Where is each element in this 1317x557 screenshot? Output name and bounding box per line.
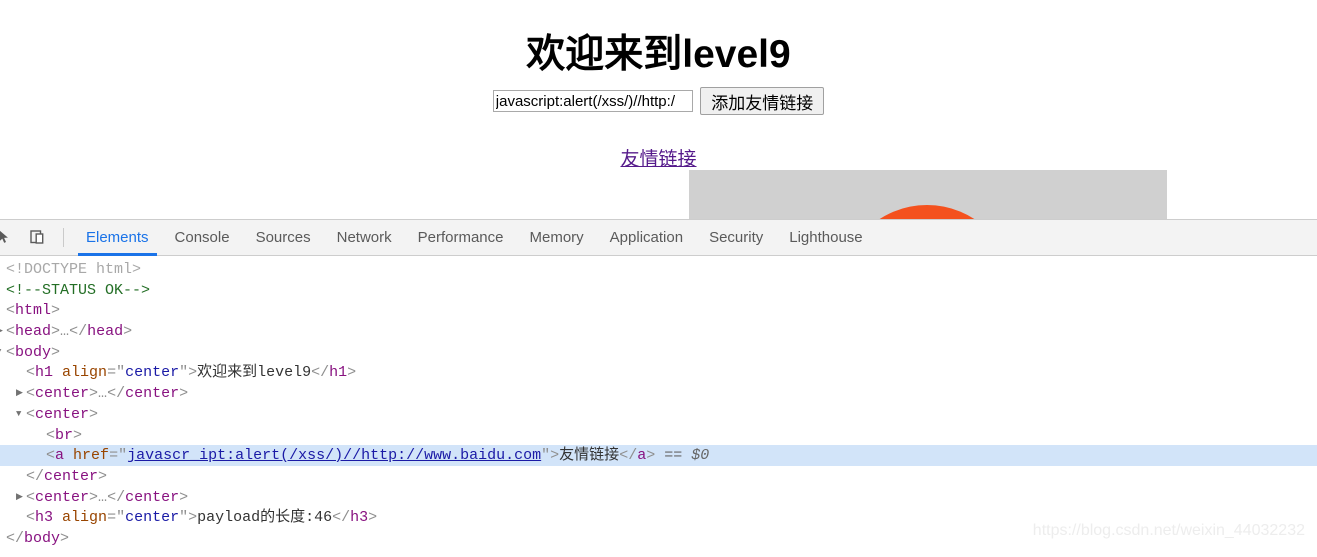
dom-line-code: <!--STATUS OK--> xyxy=(6,281,151,299)
dom-tree-row[interactable]: ▶<head>…</head> xyxy=(0,321,1317,342)
device-toolbar-icon[interactable] xyxy=(24,224,51,252)
dom-tree-view[interactable]: ▶<!DOCTYPE html>▶<!--STATUS OK-->▶<html>… xyxy=(0,256,1317,557)
orange-circle-graphic xyxy=(840,205,1014,219)
chevron-right-icon[interactable]: ▶ xyxy=(16,487,26,507)
tab-performance[interactable]: Performance xyxy=(405,220,517,256)
dom-tree-row[interactable]: ▼ <center> xyxy=(0,404,1317,425)
tab-security[interactable]: Security xyxy=(696,220,776,256)
tree-indent-spacer: ▶ xyxy=(16,362,26,382)
dom-tree-row[interactable]: ▶<br> xyxy=(0,425,1317,446)
dom-line-code: <html> xyxy=(6,302,61,320)
tree-indent-spacer: ▶ xyxy=(36,425,46,445)
dom-line-code: <a href="javascr_ipt:alert(/xss/)//http:… xyxy=(46,447,710,465)
dom-tree-row[interactable]: ▶</center> xyxy=(0,466,1317,487)
tab-memory[interactable]: Memory xyxy=(517,220,597,256)
tree-indent-spacer: ▶ xyxy=(16,507,26,527)
dom-tree-row-selected[interactable]: ▶<a href="javascr_ipt:alert(/xss/)//http… xyxy=(0,445,1317,466)
chevron-right-icon[interactable]: ▶ xyxy=(16,383,26,403)
tree-indent-spacer: ▶ xyxy=(36,445,46,465)
dom-tree-row[interactable]: ▶ <center>…</center> xyxy=(0,487,1317,508)
tab-elements[interactable]: Elements xyxy=(73,220,162,256)
link-url-input[interactable] xyxy=(492,90,693,112)
dom-line-code: <body> xyxy=(6,343,61,361)
dom-line-code: <!DOCTYPE html> xyxy=(6,260,142,278)
dom-line-code: <center>…</center> xyxy=(26,488,189,506)
dom-tree-row[interactable]: ▶ <center>…</center> xyxy=(0,383,1317,404)
image-placeholder xyxy=(689,170,1167,219)
tree-indent-spacer: ▶ xyxy=(16,466,26,486)
dom-line-code: <h3 align="center">payload的长度:46</h3> xyxy=(26,509,378,527)
inspect-element-icon[interactable] xyxy=(0,224,19,252)
dom-tree-row[interactable]: ▶<h1 align="center">欢迎来到level9</h1> xyxy=(0,362,1317,383)
devtools-panel: Elements Console Sources Network Perform… xyxy=(0,219,1317,557)
dom-tree-row[interactable]: ▶<!DOCTYPE html> xyxy=(0,259,1317,280)
page-title: 欢迎来到level9 xyxy=(526,33,791,77)
friend-link-row: 友情链接 xyxy=(0,144,1317,171)
chevron-down-icon[interactable]: ▼ xyxy=(16,404,26,424)
tab-console[interactable]: Console xyxy=(162,220,243,256)
dom-line-code: </center> xyxy=(26,467,108,485)
devtools-toolbar: Elements Console Sources Network Perform… xyxy=(0,220,1317,256)
dom-line-code: <head>…</head> xyxy=(6,323,133,341)
dom-tree-row[interactable]: ▼<body> xyxy=(0,342,1317,363)
add-link-form: 添加友情链接 xyxy=(0,87,1317,115)
tab-network[interactable]: Network xyxy=(324,220,405,256)
tab-sources[interactable]: Sources xyxy=(243,220,324,256)
toolbar-divider xyxy=(63,228,64,247)
dom-tree-row[interactable]: ▶<!--STATUS OK--> xyxy=(0,280,1317,301)
devtools-tab-bar: Elements Console Sources Network Perform… xyxy=(73,220,876,256)
add-friend-link-button[interactable]: 添加友情链接 xyxy=(700,87,825,115)
dom-line-code: <center> xyxy=(26,405,99,423)
dom-line-code: <center>…</center> xyxy=(26,385,189,403)
friend-link-anchor[interactable]: 友情链接 xyxy=(620,149,696,170)
dom-line-code: </body> xyxy=(6,529,70,547)
dom-line-code: <h1 align="center">欢迎来到level9</h1> xyxy=(26,364,357,382)
watermark-text: https://blog.csdn.net/weixin_44032232 xyxy=(1032,522,1305,539)
dom-tree-row[interactable]: ▶<html> xyxy=(0,300,1317,321)
rendered-web-page: 欢迎来到level9 添加友情链接 友情链接 xyxy=(0,0,1317,219)
tab-application[interactable]: Application xyxy=(597,220,696,256)
dom-line-code: <br> xyxy=(46,426,83,444)
tab-lighthouse[interactable]: Lighthouse xyxy=(776,220,875,256)
